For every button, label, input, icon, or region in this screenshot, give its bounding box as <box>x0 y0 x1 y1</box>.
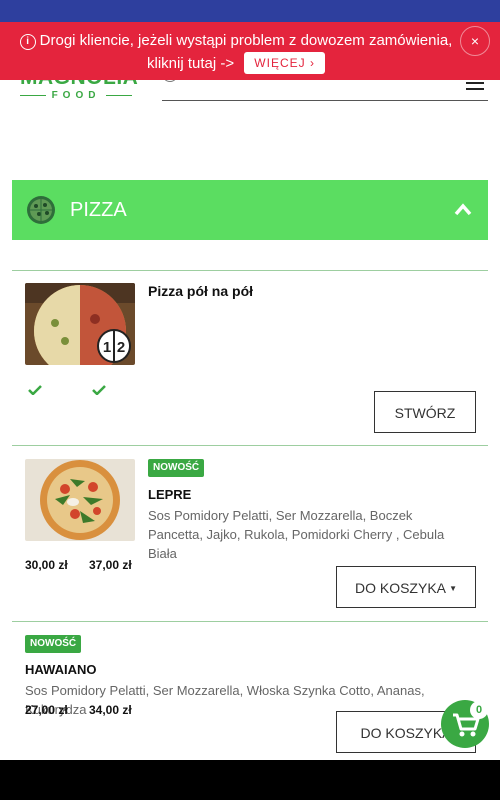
info-icon: i <box>19 34 36 50</box>
divider <box>12 270 488 271</box>
svg-text:1: 1 <box>103 339 111 356</box>
status-bar <box>0 0 500 22</box>
chevron-up-icon[interactable] <box>454 202 472 216</box>
product-name[interactable]: Pizza pół na pół <box>148 283 253 299</box>
category-title: PIZZA <box>70 199 127 221</box>
product-image[interactable]: 1 2 <box>25 283 135 365</box>
product-name[interactable]: LEPRE <box>148 487 191 502</box>
create-button[interactable]: STWÓRZ <box>374 391 476 433</box>
price-large: 37,00 zł <box>89 558 132 572</box>
close-icon: × <box>470 33 480 49</box>
system-nav-bar <box>0 760 500 800</box>
divider <box>12 621 488 622</box>
category-header[interactable]: PIZZA <box>12 180 488 240</box>
search-input[interactable] <box>162 100 488 101</box>
svg-text:2: 2 <box>117 339 125 356</box>
logo-sub-text: FOOD <box>51 90 101 101</box>
caret-down-icon: ▼ <box>449 584 458 593</box>
check-icon <box>28 385 42 395</box>
product-image[interactable] <box>25 459 135 541</box>
price-large: 34,00 zł <box>89 703 132 717</box>
product-description: Sos Pomidory Pelatti, Ser Mozzarella, Bo… <box>148 508 445 561</box>
product-name[interactable]: HAWAIANO <box>25 662 97 677</box>
add-to-cart-button[interactable]: DO KOSZYKA ▼ <box>336 566 476 608</box>
chevron-right-icon: › <box>309 56 315 70</box>
cart-count-badge: 0 <box>470 701 488 719</box>
check-icon <box>92 385 106 395</box>
new-badge: NOWOŚĆ <box>148 459 205 477</box>
price-small: 30,00 zł <box>25 558 68 572</box>
price-small: 27,00 zł <box>25 703 68 717</box>
notice-banner: i Drogi kliencie, jeżeli wystąpi problem … <box>0 22 500 80</box>
divider <box>12 445 488 446</box>
new-badge: NOWOŚĆ <box>25 635 82 653</box>
more-button[interactable]: WIĘCEJ › <box>244 52 325 74</box>
close-banner-button[interactable]: × <box>460 26 490 56</box>
pizza-icon <box>27 196 55 224</box>
